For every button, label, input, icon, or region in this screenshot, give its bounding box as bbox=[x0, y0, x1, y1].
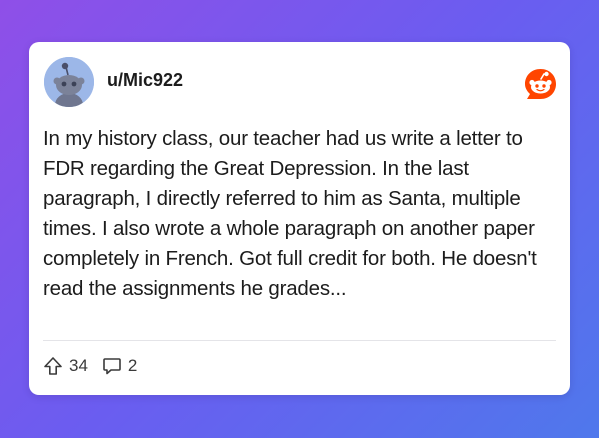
divider bbox=[43, 340, 556, 341]
post-body: In my history class, our teacher had us … bbox=[43, 127, 537, 300]
comment-button[interactable]: 2 bbox=[102, 356, 137, 376]
reddit-logo-icon bbox=[523, 67, 558, 102]
avatar[interactable] bbox=[44, 57, 94, 107]
upvote-button[interactable]: 34 bbox=[43, 356, 88, 376]
post-card: u/Mic922 In my history class, our teache… bbox=[29, 42, 570, 395]
post-actions: 34 2 bbox=[43, 355, 151, 377]
snoo-avatar-icon bbox=[44, 57, 94, 107]
username[interactable]: u/Mic922 bbox=[107, 70, 183, 91]
upvote-arrow-icon bbox=[44, 357, 62, 375]
comment-bubble-icon bbox=[103, 358, 121, 375]
comment-count: 2 bbox=[127, 356, 138, 375]
upvote-count: 34 bbox=[69, 356, 88, 375]
